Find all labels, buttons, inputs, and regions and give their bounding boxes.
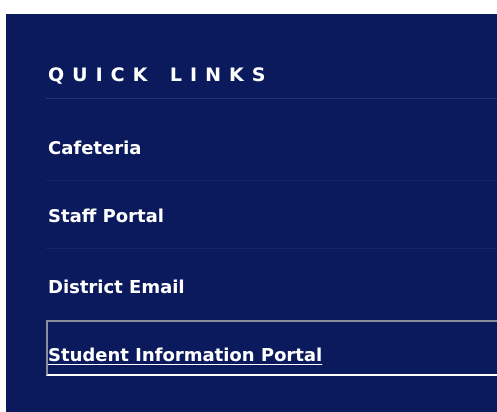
row-divider bbox=[46, 180, 497, 181]
link-staff-portal[interactable]: Staff Portal bbox=[48, 205, 164, 229]
quick-links-heading: QUICK LINKS bbox=[48, 64, 274, 86]
link-student-information-portal[interactable]: Student Information Portal bbox=[48, 344, 322, 368]
heading-divider bbox=[46, 98, 497, 99]
quick-links-panel: QUICK LINKS Cafeteria Staff Portal Distr… bbox=[6, 14, 497, 412]
row-divider bbox=[46, 248, 497, 249]
link-district-email[interactable]: District Email bbox=[48, 276, 185, 300]
link-cafeteria[interactable]: Cafeteria bbox=[48, 137, 141, 161]
